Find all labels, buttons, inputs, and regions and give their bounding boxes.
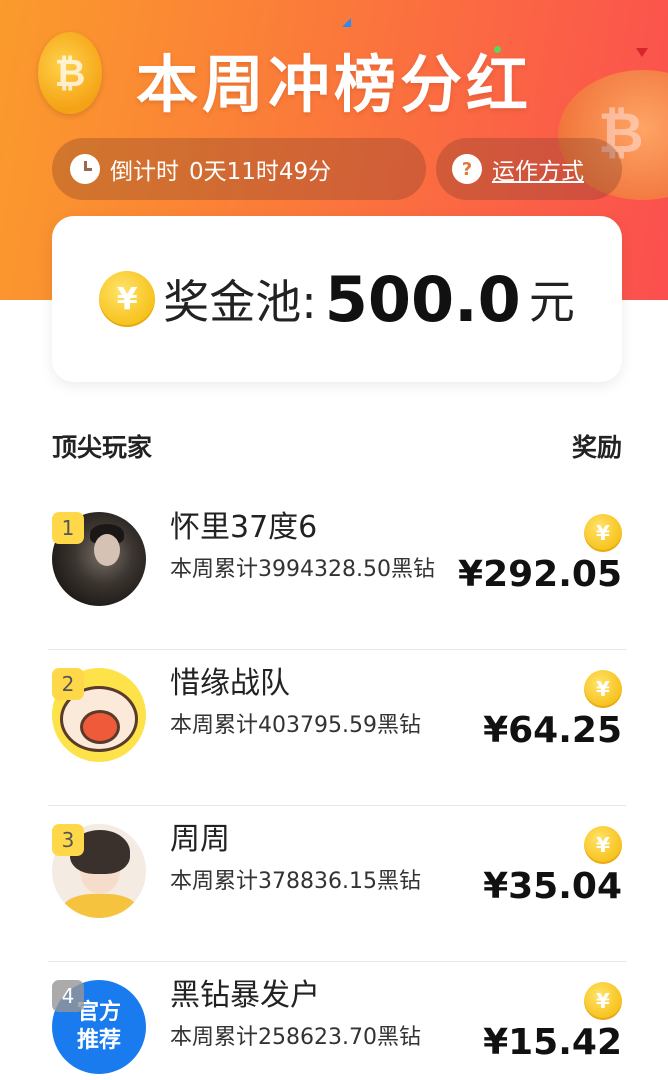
list-item[interactable]: 1 怀里37度6 本周累计3994328.50黑钻 ¥ ¥292.05 bbox=[48, 494, 626, 650]
player-weekly-total: 本周累计3994328.50黑钻 bbox=[170, 557, 435, 582]
rank-badge: 1 bbox=[52, 512, 84, 544]
list-item[interactable]: 官方 推荐 4 黑钻暴发户 本周累计258623.70黑钻 ¥ ¥15.42 bbox=[48, 962, 626, 1080]
reward-heading: 奖励 bbox=[571, 433, 622, 462]
prize-pool-amount: 500.0 bbox=[324, 262, 521, 336]
yen-coin-icon: ¥ bbox=[584, 982, 622, 1020]
yen-coin-icon: ¥ bbox=[584, 670, 622, 708]
how-it-works-button[interactable]: ? 运作方式 bbox=[436, 138, 622, 200]
recommended-label: 推荐 bbox=[76, 1028, 121, 1053]
player-name: 怀里37度6 bbox=[170, 510, 318, 545]
prize-pool-label: 奖金池: bbox=[163, 275, 317, 329]
rank-badge: 4 bbox=[52, 980, 84, 1012]
yen-coin-icon: ¥ bbox=[99, 271, 156, 327]
reward-amount: ¥292.05 bbox=[458, 554, 622, 595]
countdown-label: 倒计时 bbox=[110, 159, 179, 185]
reward-amount: ¥64.25 bbox=[483, 710, 622, 751]
confetti-decoration-icon bbox=[342, 18, 351, 27]
yen-coin-icon: ¥ bbox=[584, 514, 622, 552]
player-name: 惜缘战队 bbox=[170, 666, 290, 701]
prize-pool-card: ¥ 奖金池: 500.0 元 bbox=[52, 216, 622, 382]
player-name: 黑钻暴发户 bbox=[170, 978, 320, 1013]
leaderboard-list: 1 怀里37度6 本周累计3994328.50黑钻 ¥ ¥292.05 2 惜缘… bbox=[48, 494, 626, 1080]
help-icon: ? bbox=[452, 154, 482, 184]
prize-pool-unit: 元 bbox=[528, 275, 575, 329]
clock-icon bbox=[70, 154, 100, 184]
how-it-works-link[interactable]: 运作方式 bbox=[492, 152, 584, 186]
list-item[interactable]: 3 周周 本周累计378836.15黑钻 ¥ ¥35.04 bbox=[48, 806, 626, 962]
yen-coin-icon: ¥ bbox=[584, 826, 622, 864]
player-weekly-total: 本周累计403795.59黑钻 bbox=[170, 713, 421, 738]
rank-badge: 2 bbox=[52, 668, 84, 700]
reward-amount: ¥35.04 bbox=[483, 866, 622, 907]
page-title: 本周冲榜分红 bbox=[135, 48, 532, 121]
player-weekly-total: 本周累计258623.70黑钻 bbox=[170, 1025, 421, 1050]
rank-badge: 3 bbox=[52, 824, 84, 856]
countdown-value: 0天11时49分 bbox=[189, 159, 332, 185]
countdown-pill: 倒计时 0天11时49分 bbox=[52, 138, 426, 200]
reward-amount: ¥15.42 bbox=[483, 1022, 622, 1063]
top-players-heading: 顶尖玩家 bbox=[52, 433, 153, 462]
player-weekly-total: 本周累计378836.15黑钻 bbox=[170, 869, 421, 894]
leaderboard-header: 顶尖玩家 奖励 bbox=[52, 428, 622, 464]
list-item[interactable]: 2 惜缘战队 本周累计403795.59黑钻 ¥ ¥64.25 bbox=[48, 650, 626, 806]
player-name: 周周 bbox=[170, 822, 230, 857]
